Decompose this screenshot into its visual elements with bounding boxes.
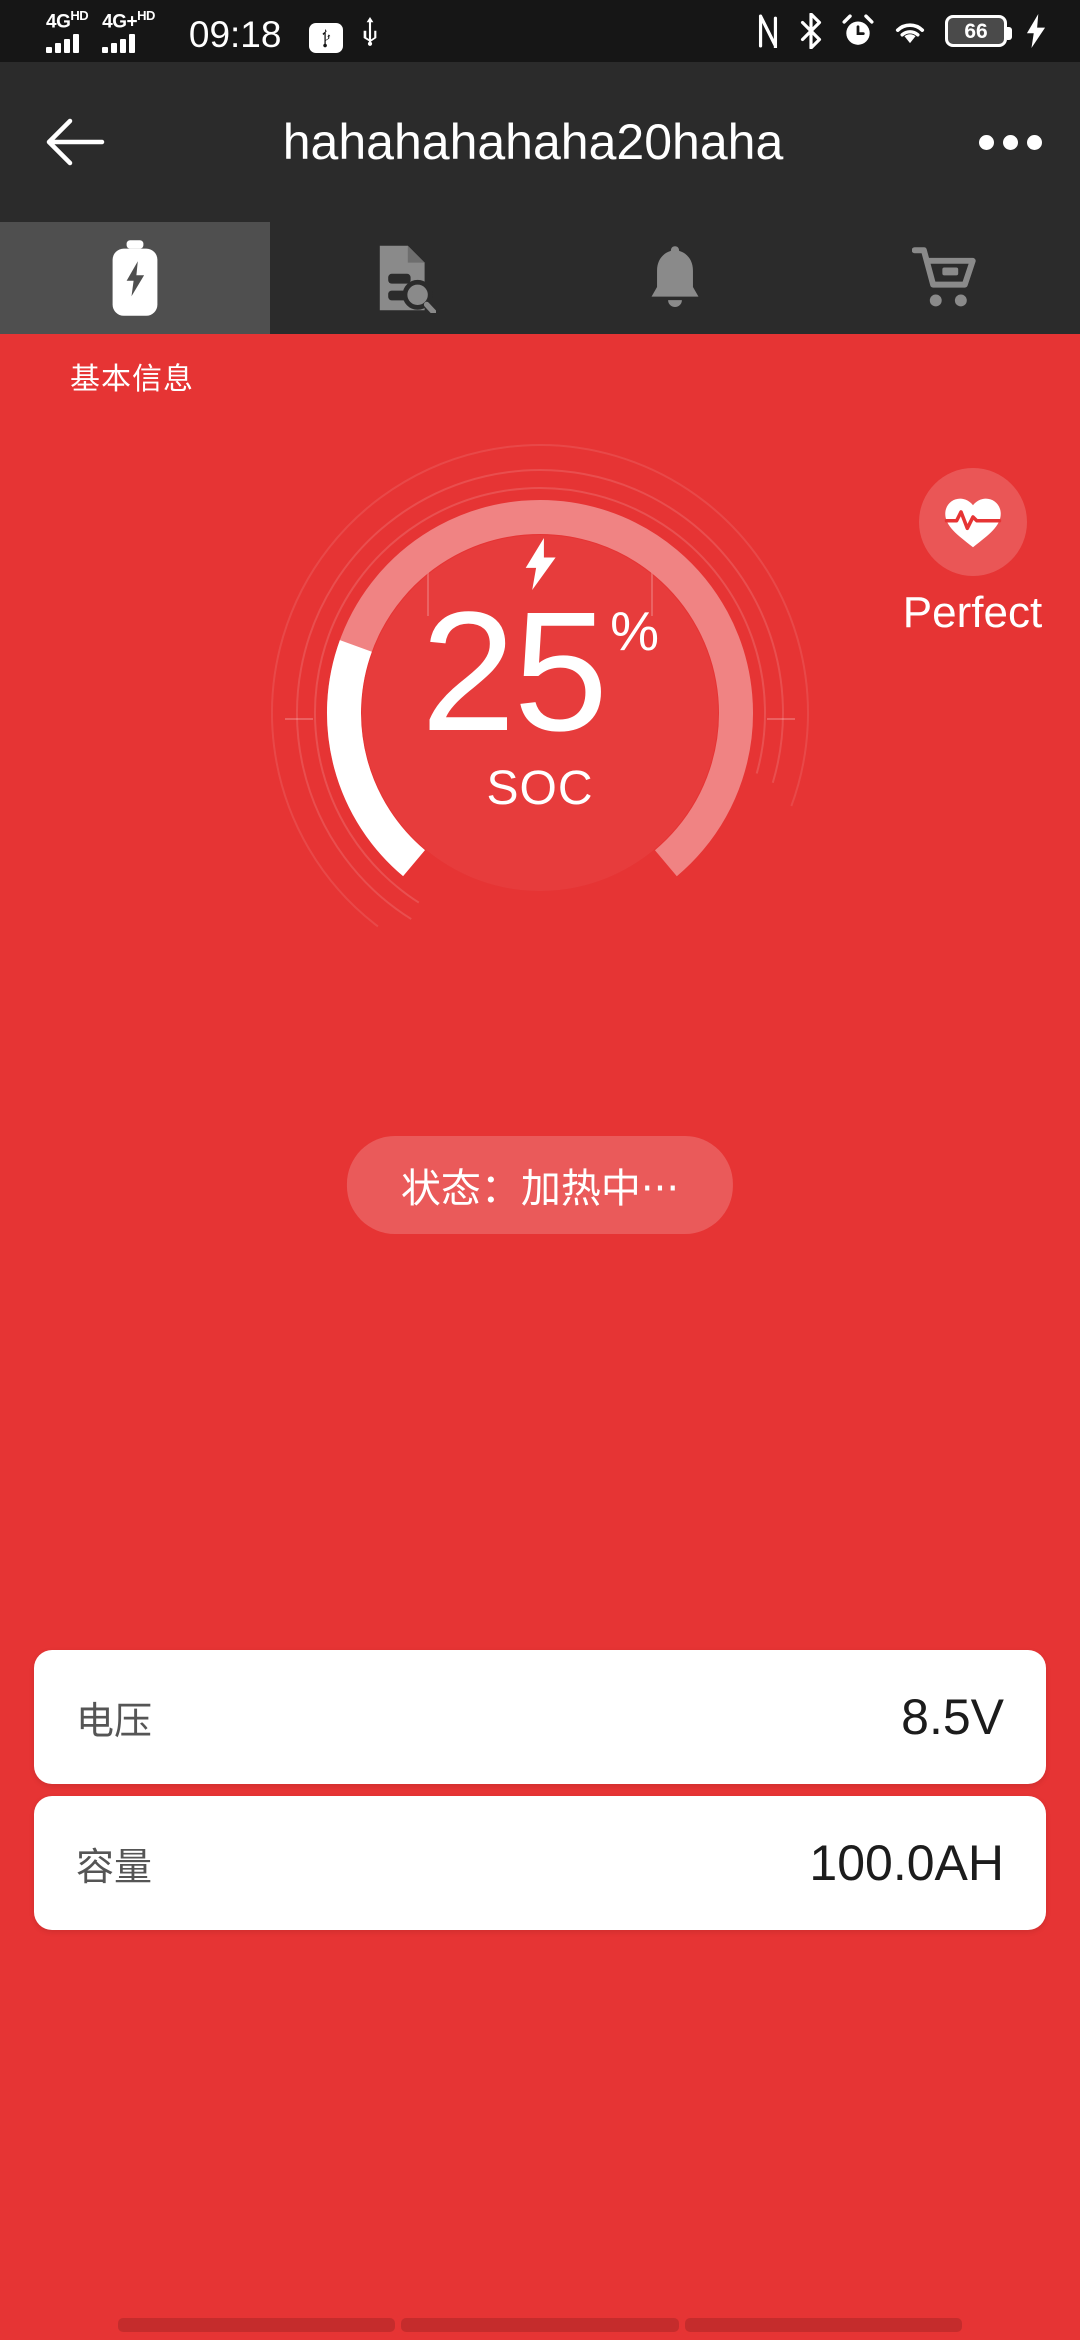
app-header: hahahahahaha20haha <box>0 62 1080 222</box>
soc-gauge: 25 % SOC <box>265 438 815 988</box>
health-label: Perfect <box>902 588 1043 637</box>
nav-bar-segment-3[interactable] <box>684 2318 962 2332</box>
battery-charging-icon <box>112 240 158 316</box>
signal-bars-2 <box>102 34 136 54</box>
document-search-icon <box>379 245 436 313</box>
section-label: 基本信息 <box>70 363 194 396</box>
tab-alerts[interactable] <box>540 222 810 334</box>
status-bar: 4GHD 4G+HD 09:18 66 <box>0 0 1080 62</box>
phone-screen: 4GHD 4G+HD 09:18 66 hahahahahaha20haha 基… <box>0 0 1080 2340</box>
card-value: 100.0AH <box>809 1835 1004 1891</box>
alarm-icon <box>842 14 874 45</box>
back-arrow-icon <box>46 118 105 166</box>
soc-gauge-graphic <box>270 443 809 982</box>
health-status[interactable]: Perfect <box>875 468 1070 638</box>
main-content: 基本信息 25 % SOC Perfect 状态：加热中··· 电压 8.5V … <box>0 334 1080 2340</box>
gesture-bars <box>0 2318 1080 2340</box>
status-bar-right: 66 <box>755 13 1080 49</box>
more-options-icon <box>978 134 994 150</box>
gauge-inner-disc <box>362 535 718 891</box>
bluetooth-icon <box>800 13 822 49</box>
tab-shop[interactable] <box>810 222 1080 334</box>
battery-percent-label: 66 <box>964 19 988 43</box>
tab-battery[interactable] <box>0 222 270 334</box>
bell-icon <box>651 246 699 307</box>
wifi-icon <box>895 23 925 44</box>
status-bar-clock: 09:18 <box>188 14 282 56</box>
status-bar-left: 4GHD 4G+HD 09:18 <box>0 7 383 56</box>
signal-indicator-sim1: 4GHD <box>46 7 89 54</box>
network-type-label-2: 4G+HD <box>102 7 155 33</box>
tab-bar <box>0 222 1080 334</box>
card-value: 8.5V <box>901 1689 1004 1745</box>
charging-bolt-icon <box>1026 14 1046 48</box>
nav-bar-segment-1[interactable] <box>118 2318 396 2332</box>
heart-pulse-icon <box>944 498 1001 548</box>
status-badge: 状态：加热中··· <box>346 1136 734 1234</box>
tab-records[interactable] <box>270 222 540 334</box>
system-navigation-bar <box>0 2282 1080 2340</box>
card-label: 容量 <box>76 1844 153 1889</box>
usb-debug-icon <box>309 23 344 54</box>
info-card-capacity[interactable]: 容量 100.0AH <box>34 1796 1046 1930</box>
nav-bar-segment-2[interactable] <box>401 2318 679 2332</box>
usb-icon <box>364 17 377 46</box>
shopping-cart-icon <box>912 247 976 307</box>
signal-indicator-sim2: 4G+HD <box>102 7 155 54</box>
page-title: hahahahahaha20haha <box>282 114 784 170</box>
more-options-button[interactable] <box>940 62 1080 222</box>
network-type-label-1: 4GHD <box>46 7 89 33</box>
battery-indicator: 66 <box>945 15 1012 47</box>
info-card-voltage[interactable]: 电压 8.5V <box>34 1650 1046 1784</box>
nfc-icon <box>758 14 778 48</box>
signal-bars-1 <box>46 34 79 54</box>
health-icon-circle <box>918 468 1027 576</box>
card-label: 电压 <box>76 1698 153 1743</box>
